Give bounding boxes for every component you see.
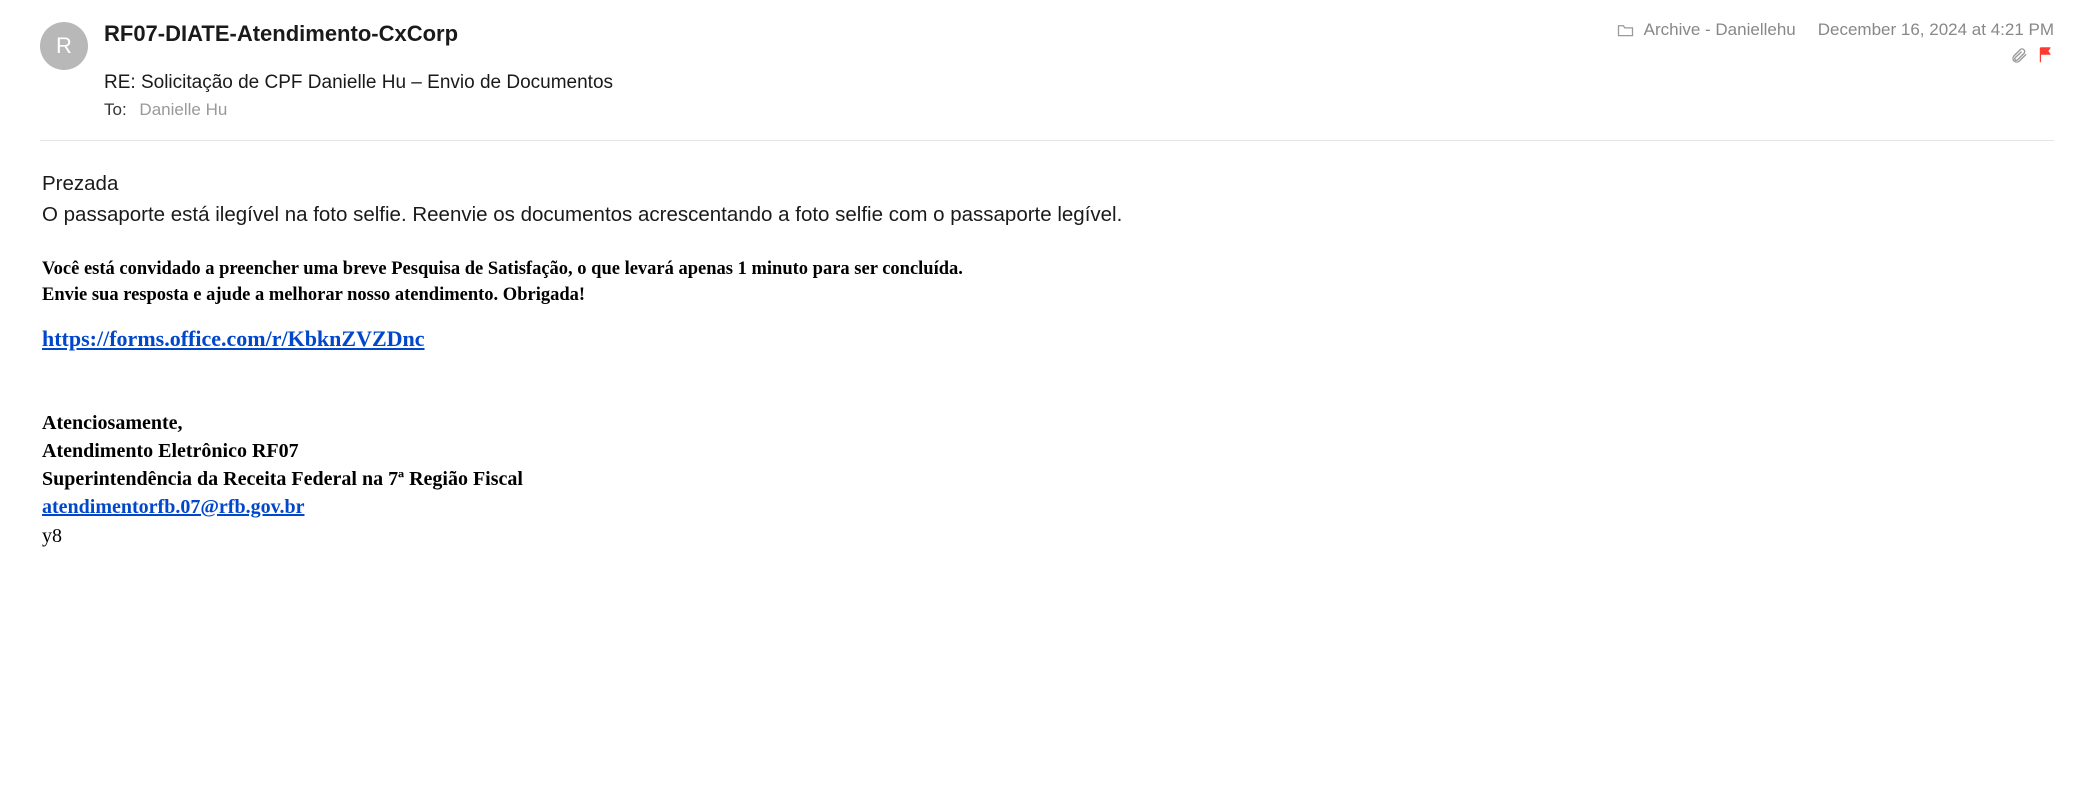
to-recipient[interactable]: Danielle Hu xyxy=(139,100,227,119)
header-right: Archive - Daniellehu December 16, 2024 a… xyxy=(1617,20,2054,68)
email-header: R RF07-DIATE-Atendimento-CxCorp Archive … xyxy=(40,20,2054,141)
signature-email-link[interactable]: atendimentorfb.07@rfb.gov.br xyxy=(42,496,304,518)
email-container: R RF07-DIATE-Atendimento-CxCorp Archive … xyxy=(40,20,2054,551)
paperclip-icon[interactable] xyxy=(2010,46,2028,68)
header-top-row: RF07-DIATE-Atendimento-CxCorp Archive - … xyxy=(104,20,2054,68)
trailing-text: y8 xyxy=(42,522,2054,551)
flag-icon[interactable] xyxy=(2038,46,2054,68)
timestamp: December 16, 2024 at 4:21 PM xyxy=(1818,20,2054,40)
signature-line3: Superintendência da Receita Federal na 7… xyxy=(42,465,2054,493)
to-label: To: xyxy=(104,100,127,119)
survey-text-line2: Envie sua resposta e ajude a melhorar no… xyxy=(42,283,2054,309)
sender-name: RF07-DIATE-Atendimento-CxCorp xyxy=(104,20,458,49)
survey-link[interactable]: https://forms.office.com/r/KbknZVZDnc xyxy=(42,323,425,355)
signature-line2: Atendimento Eletrônico RF07 xyxy=(42,437,2054,465)
folder-icon xyxy=(1617,23,1634,37)
greeting: Prezada xyxy=(42,169,2054,199)
meta-line: Archive - Daniellehu December 16, 2024 a… xyxy=(1617,20,2054,40)
email-body: Prezada O passaporte está ilegível na fo… xyxy=(40,169,2054,551)
avatar-initial: R xyxy=(56,33,72,59)
survey-text-line1: Você está convidado a preencher uma brev… xyxy=(42,257,2054,283)
email-subject: RE: Solicitação de CPF Danielle Hu – Env… xyxy=(104,72,2054,94)
sender-avatar[interactable]: R xyxy=(40,22,88,70)
to-line: To: Danielle Hu xyxy=(104,100,2054,120)
signature-line1: Atenciosamente, xyxy=(42,409,2054,437)
indicators xyxy=(2010,46,2054,68)
main-message: O passaporte está ilegível na foto selfi… xyxy=(42,200,2054,230)
folder-label: Archive - Daniellehu xyxy=(1644,20,1796,40)
header-content: RF07-DIATE-Atendimento-CxCorp Archive - … xyxy=(104,20,2054,120)
